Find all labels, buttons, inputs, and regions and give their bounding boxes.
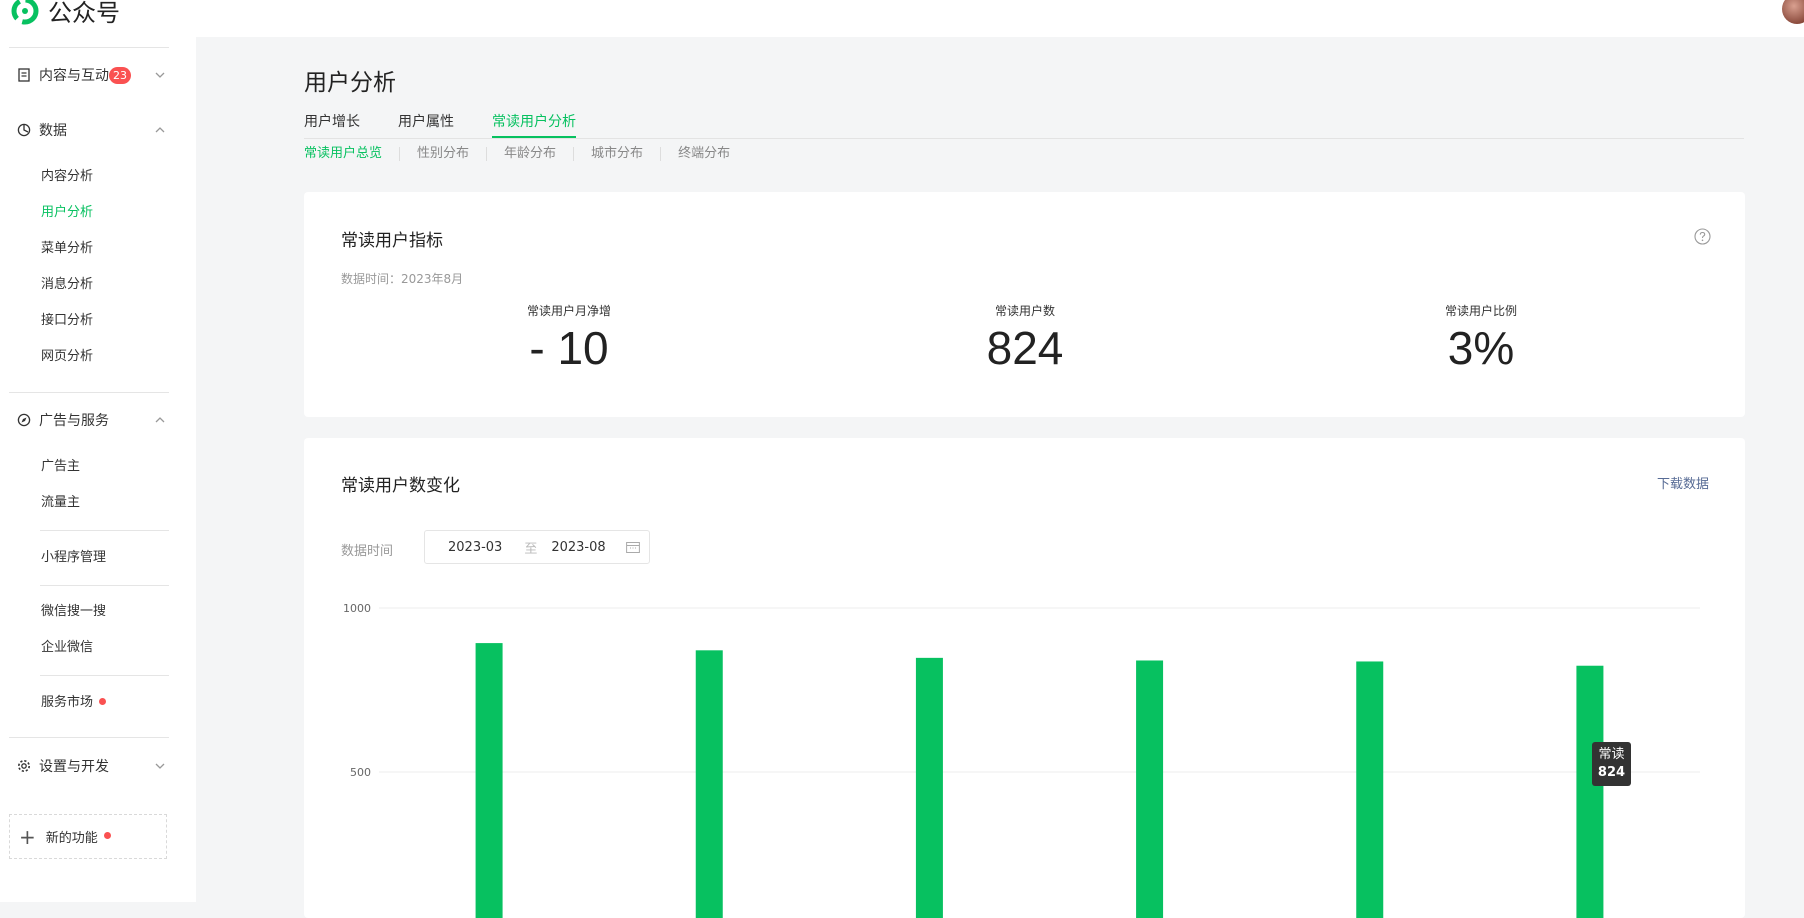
subtab-city[interactable]: 城市分布 [573,147,660,161]
tooltip-label: 常读 [1598,746,1625,762]
sidebar-group-settings[interactable]: 设置与开发 [17,754,167,778]
wechat-official-logo-icon [11,0,39,25]
sidebar-item-service-market[interactable]: 服务市场 [41,693,107,713]
subtab-gender[interactable]: 性别分布 [399,147,486,161]
subtab-age[interactable]: 年龄分布 [486,147,573,161]
sidebar-item-publisher[interactable]: 流量主 [41,493,80,513]
sidebar-group-label: 设置与开发 [39,759,109,775]
sidebar-divider [40,530,169,531]
sidebar-group-label: 广告与服务 [39,413,109,429]
sidebar-divider [9,47,169,48]
sidebar-item-advertiser[interactable]: 广告主 [41,457,80,477]
chart-tooltip: 常读 824 [1591,741,1632,786]
date-range-picker[interactable]: 2023-03 至 2023-08 [424,530,650,564]
new-feature-button[interactable]: + 新的功能 [9,814,167,859]
tab-user-attributes[interactable]: 用户属性 [398,112,454,136]
sidebar-item-work-wechat[interactable]: 企业微信 [41,638,93,658]
sidebar-group-ads[interactable]: 广告与服务 [17,408,167,432]
kpi-frequent-readers: 常读用户数 824 [925,302,1125,375]
sidebar-divider [9,392,169,393]
data-time-text: 数据时间：2023年8月 [341,272,464,286]
sidebar-item-user-analysis[interactable]: 用户分析 [41,203,93,223]
compass-icon [17,413,31,427]
subtab-overview[interactable]: 常读用户总览 [304,147,399,161]
range-end[interactable]: 2023-08 [551,540,605,555]
tab-frequent-readers[interactable]: 常读用户分析 [492,112,576,138]
sidebar-item-menu-analysis[interactable]: 菜单分析 [41,239,93,259]
sidebar-group-content[interactable]: 内容与互动 23 [17,63,167,87]
sidebar: 内容与互动 23 数据 内容分析 用户分析 菜单分析 消息分析 接口分析 网页分… [0,37,196,902]
trend-card: 常读用户数变化 下载数据 数据时间 2023-03 至 2023-08 500 1… [304,438,1745,918]
range-separator: 至 [524,541,538,557]
main-tabs: 用户增长 用户属性 常读用户分析 [304,112,1744,139]
download-data-link[interactable]: 下载数据 [1657,473,1709,492]
chevron-down-icon [155,763,165,769]
bar-2023-05[interactable] [915,657,943,918]
bar-2023-06[interactable] [1136,660,1164,918]
notification-badge: 23 [109,66,131,84]
red-dot-indicator [99,698,107,705]
sidebar-divider [40,675,169,676]
plus-icon: + [19,824,36,849]
calendar-icon [626,542,640,553]
sidebar-item-mini-program[interactable]: 小程序管理 [41,548,106,568]
avatar[interactable] [1782,0,1804,24]
gear-icon [17,759,31,773]
document-icon [17,68,31,82]
sidebar-item-content-analysis[interactable]: 内容分析 [41,167,93,187]
sidebar-item-webpage-analysis[interactable]: 网页分析 [41,347,93,367]
sidebar-divider [40,585,169,586]
sidebar-item-wechat-search[interactable]: 微信搜一搜 [41,602,106,622]
chevron-down-icon [155,72,165,78]
y-tick-label: 1000 [343,602,371,615]
pie-chart-icon [17,123,31,137]
bar-2023-03[interactable] [475,643,503,918]
app-logo[interactable]: 公众号 [10,0,120,27]
kpi-frequent-ratio: 常读用户比例 3% [1381,302,1581,375]
y-tick-label: 500 [350,766,371,779]
sub-tabs: 常读用户总览 性别分布 年龄分布 城市分布 终端分布 [304,144,747,164]
red-dot-indicator [103,832,111,839]
frequent-readers-bar-chart: 500 1000 [343,602,1700,918]
kpi-value: - 10 [529,322,609,374]
kpi-label: 常读用户数 [994,304,1055,318]
kpi-value: 3% [1447,322,1515,374]
chevron-up-icon [155,417,165,423]
tooltip-value: 824 [1597,764,1626,780]
kpi-value: 824 [986,322,1064,374]
sidebar-item-label: 服务市场 [41,695,94,710]
metrics-card-title: 常读用户指标 [341,231,443,251]
page-title: 用户分析 [304,70,396,96]
bar-2023-07[interactable] [1356,661,1384,918]
sidebar-divider [9,737,169,738]
sidebar-item-api-analysis[interactable]: 接口分析 [41,311,93,331]
app-name: 公众号 [48,0,120,27]
bar-2023-08[interactable] [1576,665,1604,918]
bar-2023-04[interactable] [695,650,723,918]
new-feature-label: 新的功能 [45,831,98,846]
trend-card-title: 常读用户数变化 [341,476,460,496]
date-range-label: 数据时间 [341,544,394,559]
sidebar-group-label: 数据 [39,123,67,139]
kpi-monthly-net-growth: 常读用户月净增 - 10 [469,302,669,375]
sidebar-group-data[interactable]: 数据 [17,118,167,142]
kpi-label: 常读用户比例 [1444,304,1517,318]
sidebar-item-message-analysis[interactable]: 消息分析 [41,275,93,295]
chevron-up-icon [155,127,165,133]
metrics-card: 常读用户指标 数据时间：2023年8月 常读用户月净增 - 10 常读用户数 8… [304,192,1745,417]
subtab-device[interactable]: 终端分布 [660,147,747,161]
help-icon[interactable] [1694,228,1711,245]
range-start[interactable]: 2023-03 [448,540,502,555]
tab-user-growth[interactable]: 用户增长 [304,112,360,136]
kpi-label: 常读用户月净增 [526,304,611,318]
sidebar-group-label: 内容与互动 [39,68,109,84]
top-bar: 公众号 [0,0,1804,37]
